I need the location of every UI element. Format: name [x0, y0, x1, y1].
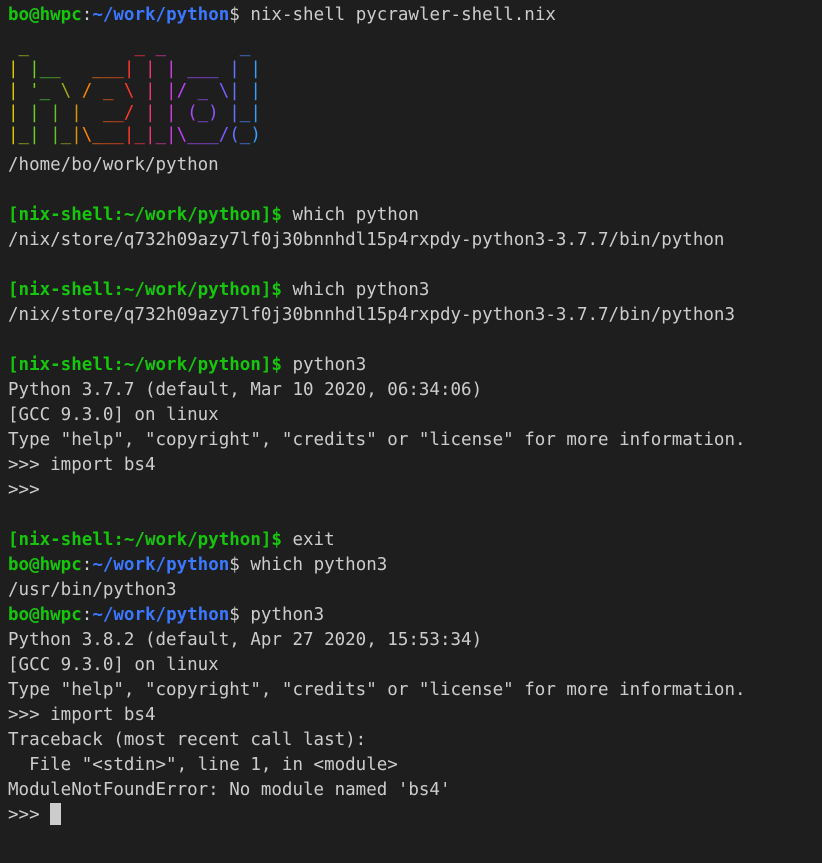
prompt-separator: :: [81, 605, 93, 625]
text-cursor: [50, 803, 62, 825]
nix-shell-prompt: [nix-shell:~/work/python]$: [8, 205, 282, 225]
hello-banner-ascii-art: _ _ _ _ | |__ ___| | | ___ | | | '_ \ / _…: [8, 28, 822, 153]
repl-prompt: >>>: [8, 805, 51, 825]
prompt-user-host: bo@hwpc: [8, 605, 82, 625]
command-line: bo@hwpc:~/work/python$ python3: [8, 603, 822, 628]
output-line: /home/bo/work/python: [8, 155, 219, 175]
python-repl-prompt: >>>: [8, 480, 40, 500]
command-text: nix-shell pycrawler-shell.nix: [239, 5, 556, 25]
banner-svg: _ _ _ _ | |__ ___| | | ___ | || '_ \ / _…: [8, 37, 261, 145]
prompt-user-host: bo@hwpc: [8, 5, 82, 25]
output-line: [GCC 9.3.0] on linux: [8, 655, 219, 675]
output-line: Type "help", "copyright", "credits" or "…: [8, 680, 746, 700]
banner-ascii-line: _ _ _ _: [8, 37, 261, 57]
prompt-separator: :: [81, 5, 93, 25]
nix-shell-prompt: [nix-shell:~/work/python]$: [8, 355, 282, 375]
prompt-dollar: $: [229, 5, 240, 25]
nix-shell-prompt: [nix-shell:~/work/python]$: [8, 280, 282, 300]
traceback-line: Traceback (most recent call last):: [8, 730, 367, 750]
prompt-path: ~/work/python: [92, 5, 230, 25]
banner-ascii-line: | '_ \ / _ \ | |/ _ \| |: [8, 81, 261, 101]
command-line: [nix-shell:~/work/python]$ exit: [8, 528, 822, 553]
command-text: python3: [281, 355, 367, 375]
output-line: Type "help", "copyright", "credits" or "…: [8, 430, 746, 450]
prompt-path: ~/work/python: [92, 605, 230, 625]
output-line: [GCC 9.3.0] on linux: [8, 405, 219, 425]
python-repl-prompt-active[interactable]: >>>: [8, 803, 822, 828]
command-text: python3: [239, 605, 325, 625]
banner-ascii-line: | |__ ___| | | ___ | |: [8, 59, 261, 79]
command-line: [nix-shell:~/work/python]$ which python3: [8, 278, 822, 303]
command-text: which python3: [239, 555, 388, 575]
output-line: Python 3.8.2 (default, Apr 27 2020, 15:5…: [8, 630, 483, 650]
output-line: Python 3.7.7 (default, Mar 10 2020, 06:3…: [8, 380, 483, 400]
prompt-dollar: $: [229, 605, 240, 625]
banner-ascii-line: | | | | __/ | | (_) |_|: [8, 103, 261, 123]
output-line: /nix/store/q732h09azy7lf0j30bnnhdl15p4rx…: [8, 230, 725, 250]
output-line: /nix/store/q732h09azy7lf0j30bnnhdl15p4rx…: [8, 305, 735, 325]
prompt-separator: :: [81, 555, 93, 575]
prompt-path: ~/work/python: [92, 555, 230, 575]
nix-shell-prompt: [nix-shell:~/work/python]$: [8, 530, 282, 550]
command-text: which python: [281, 205, 419, 225]
terminal-window[interactable]: bo@hwpc:~/work/python$ nix-shell pycrawl…: [0, 0, 822, 863]
banner-ascii-line: |_| |_|\___|_|_|\___/(_): [8, 125, 261, 145]
command-line: bo@hwpc:~/work/python$ which python3: [8, 553, 822, 578]
command-text: which python3: [281, 280, 430, 300]
prompt-dollar: $: [229, 555, 240, 575]
python-repl-line: >>> import bs4: [8, 705, 156, 725]
output-line: /usr/bin/python3: [8, 580, 177, 600]
command-line: bo@hwpc:~/work/python$ nix-shell pycrawl…: [8, 3, 822, 28]
python-repl-line: >>> import bs4: [8, 455, 156, 475]
error-line: ModuleNotFoundError: No module named 'bs…: [8, 780, 451, 800]
prompt-user-host: bo@hwpc: [8, 555, 82, 575]
command-line: [nix-shell:~/work/python]$ which python: [8, 203, 822, 228]
traceback-line: File "<stdin>", line 1, in <module>: [8, 755, 398, 775]
command-text: exit: [281, 530, 335, 550]
command-line: [nix-shell:~/work/python]$ python3: [8, 353, 822, 378]
